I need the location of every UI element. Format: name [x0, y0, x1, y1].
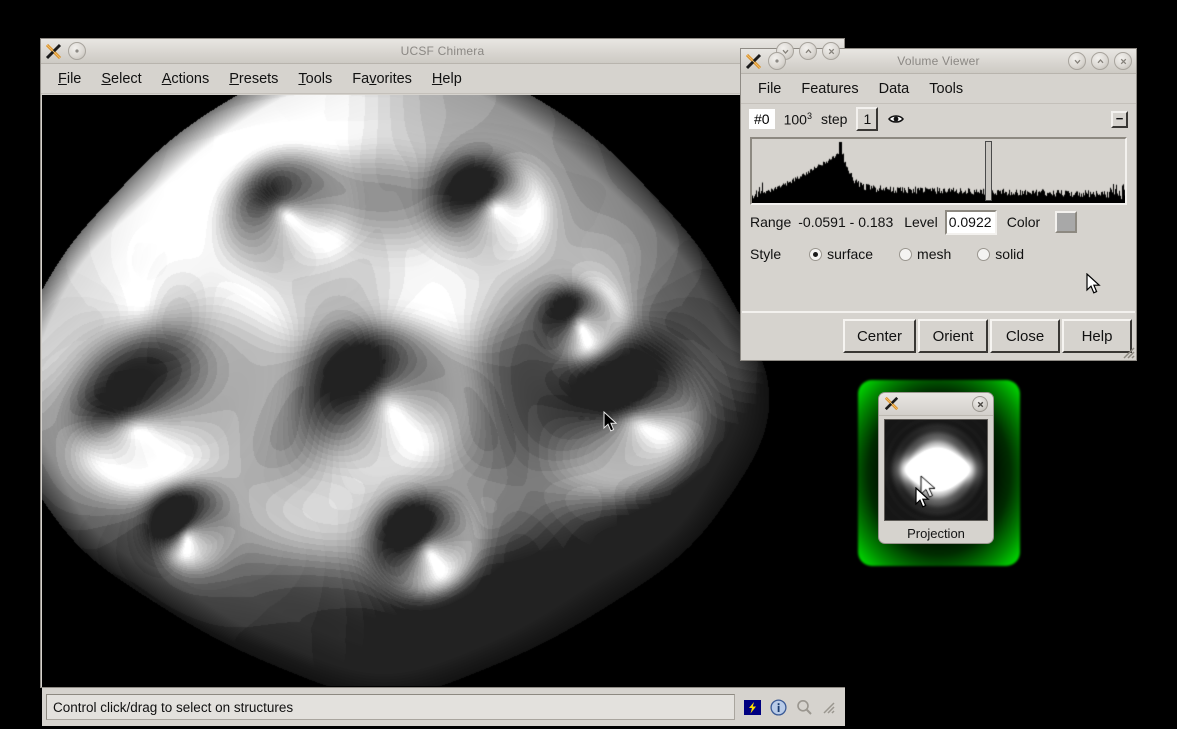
volume-data-row: #0 1003 step 1 − [741, 104, 1136, 134]
color-swatch-button[interactable] [1055, 211, 1078, 233]
close-icon[interactable] [972, 396, 988, 412]
volume-viewer-window: Volume Viewer File Features Data Tools #… [740, 48, 1137, 361]
chimera-x-icon [745, 53, 762, 70]
menu-favorites[interactable]: Favorites [343, 68, 421, 90]
radio-solid-label: solid [995, 246, 1025, 262]
radio-solid-icon[interactable] [977, 247, 991, 261]
center-button[interactable]: Center [842, 319, 916, 353]
close-icon[interactable] [1114, 52, 1132, 70]
chimera-title: UCSF Chimera [400, 44, 485, 58]
info-icon[interactable] [769, 698, 788, 717]
close-button[interactable]: Close [990, 319, 1060, 353]
level-input[interactable]: 0.0922 [944, 209, 997, 235]
style-option-surface[interactable]: surface [809, 246, 873, 262]
menu-select[interactable]: Select [92, 68, 150, 90]
desktop: UCSF Chimera File Select Actions Presets… [0, 0, 1177, 729]
chimera-menubar: File Select Actions Presets Tools Favori… [41, 64, 844, 94]
histogram-panel[interactable] [750, 137, 1127, 205]
threshold-row: Range -0.0591 - 0.183 Level 0.0922 Color [741, 205, 1136, 239]
projection-titlebar[interactable] [879, 393, 993, 416]
model-id-badge[interactable]: #0 [749, 109, 775, 129]
radio-mesh-icon[interactable] [899, 247, 913, 261]
vv-menu-tools[interactable]: Tools [920, 78, 972, 100]
status-bar: Control click/drag to select on structur… [42, 688, 845, 726]
volume-viewer-menubar: File Features Data Tools [741, 74, 1136, 104]
chimera-x-icon [45, 43, 62, 60]
magnifier-icon[interactable] [795, 698, 814, 717]
volume-viewer-button-row: Center Orient Close Help [742, 311, 1135, 359]
chimera-titlebar[interactable]: UCSF Chimera [41, 39, 844, 64]
lightning-icon[interactable] [743, 698, 762, 717]
menu-help[interactable]: Help [423, 68, 471, 90]
projection-label: Projection [907, 526, 965, 541]
projection-image[interactable] [884, 419, 988, 521]
resize-grip[interactable] [821, 700, 835, 714]
style-option-solid[interactable]: solid [977, 246, 1024, 262]
eye-icon[interactable] [887, 112, 905, 126]
color-label: Color [1006, 214, 1041, 230]
collapse-panel-button[interactable]: − [1111, 110, 1128, 128]
chimera-window: UCSF Chimera File Select Actions Presets… [40, 38, 845, 726]
menu-file[interactable]: File [49, 68, 90, 90]
maximize-icon[interactable] [799, 42, 817, 60]
window-menu-button[interactable] [68, 42, 86, 60]
close-icon[interactable] [822, 42, 840, 60]
step-value-button[interactable]: 1 [856, 107, 879, 131]
volume-dimensions: 1003 [783, 110, 812, 128]
radio-surface-icon[interactable] [809, 247, 823, 261]
menu-actions[interactable]: Actions [153, 68, 219, 90]
vv-menu-file[interactable]: File [749, 78, 790, 100]
orient-button[interactable]: Orient [918, 319, 988, 353]
maximize-icon[interactable] [1091, 52, 1109, 70]
range-label: Range [750, 214, 792, 230]
3d-viewport[interactable] [42, 95, 845, 687]
step-label: step [820, 111, 848, 127]
style-label: Style [750, 246, 782, 262]
level-label: Level [904, 214, 938, 230]
range-value: -0.0591 - 0.183 [798, 214, 894, 230]
minimize-icon[interactable] [1068, 52, 1086, 70]
chimera-x-icon [884, 396, 901, 413]
style-option-mesh[interactable]: mesh [899, 246, 951, 262]
vv-menu-data[interactable]: Data [870, 78, 919, 100]
style-row: Style surface mesh solid [741, 239, 1136, 269]
radio-surface-label: surface [827, 246, 874, 262]
threshold-marker[interactable] [985, 141, 992, 201]
resize-grip[interactable] [1120, 344, 1135, 359]
projection-window: Projection [878, 392, 994, 544]
status-icon-group [735, 698, 841, 717]
radio-mesh-label: mesh [917, 246, 952, 262]
menu-presets[interactable]: Presets [220, 68, 287, 90]
window-menu-button[interactable] [768, 52, 786, 70]
menu-tools[interactable]: Tools [289, 68, 341, 90]
status-message: Control click/drag to select on structur… [46, 694, 735, 720]
vv-menu-features[interactable]: Features [792, 78, 867, 100]
